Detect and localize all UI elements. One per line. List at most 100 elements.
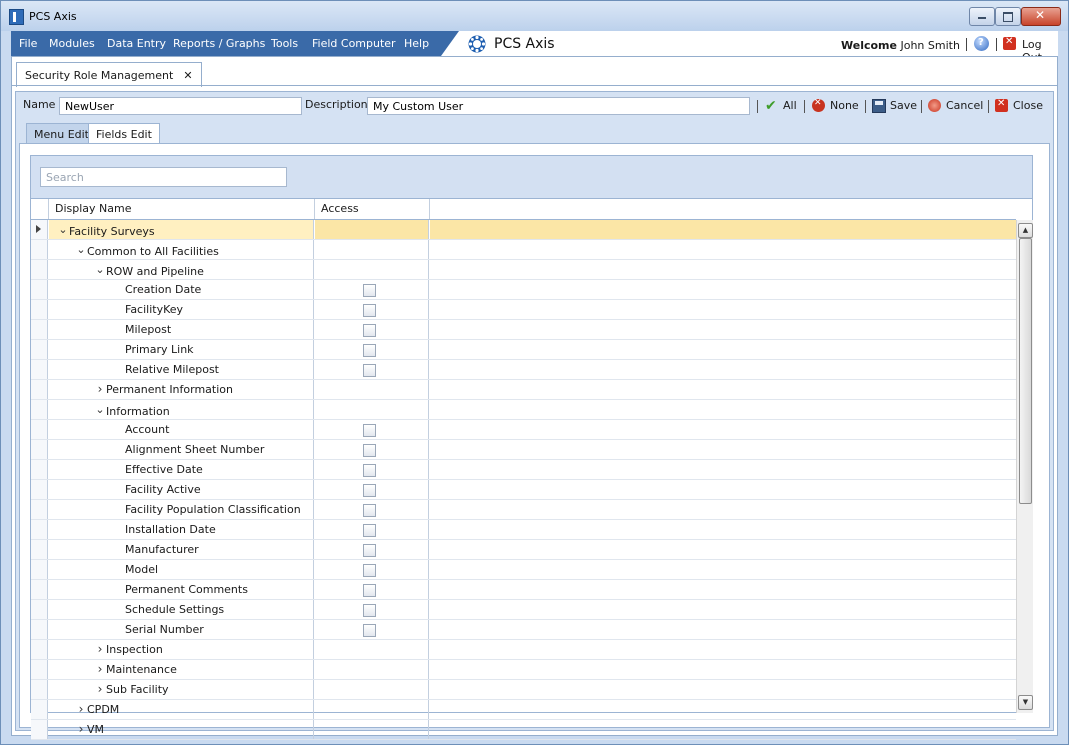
scroll-up-button[interactable]: ▲ xyxy=(1018,223,1033,238)
display-name-cell[interactable]: › CPDM xyxy=(49,700,314,719)
menu-field-computer[interactable]: Field Computer xyxy=(312,37,396,50)
display-name-cell[interactable]: Primary Link xyxy=(49,340,314,359)
display-name-cell[interactable]: Effective Date xyxy=(49,460,314,479)
chevron-down-icon[interactable]: ⌄ xyxy=(94,260,106,279)
table-row[interactable]: Facility Population Classification xyxy=(31,500,1016,520)
display-name-cell[interactable]: › Sub Facility xyxy=(49,680,314,699)
minimize-button[interactable] xyxy=(969,7,995,26)
chevron-right-icon[interactable]: › xyxy=(75,720,87,739)
table-row[interactable]: ⌄ROW and Pipeline xyxy=(31,260,1016,280)
name-input[interactable] xyxy=(59,97,302,115)
display-name-cell[interactable]: › Inspection xyxy=(49,640,314,659)
tab-security-role-management[interactable]: Security Role Management ✕ xyxy=(16,62,202,87)
table-row[interactable]: ⌄Information xyxy=(31,400,1016,420)
display-name-cell[interactable]: Facility Population Classification xyxy=(49,500,314,519)
table-row[interactable]: › Inspection xyxy=(31,640,1016,660)
chevron-down-icon[interactable]: ⌄ xyxy=(94,400,106,419)
title-bar[interactable]: PCS Axis xyxy=(1,1,1068,31)
access-checkbox[interactable] xyxy=(363,304,376,317)
table-row[interactable]: FacilityKey xyxy=(31,300,1016,320)
save-button[interactable]: Save xyxy=(890,99,917,112)
access-checkbox[interactable] xyxy=(363,624,376,637)
menu-reports-graphs[interactable]: Reports / Graphs xyxy=(173,37,265,50)
row-selector[interactable] xyxy=(31,640,48,659)
table-row[interactable]: Permanent Comments xyxy=(31,580,1016,600)
display-name-cell[interactable]: ⌄ROW and Pipeline xyxy=(49,260,314,279)
table-row[interactable]: Facility Active xyxy=(31,480,1016,500)
row-selector[interactable] xyxy=(31,500,48,519)
display-name-cell[interactable]: ⌄Facility Surveys xyxy=(49,220,314,239)
menu-modules[interactable]: Modules xyxy=(49,37,95,50)
table-row[interactable]: Alignment Sheet Number xyxy=(31,440,1016,460)
tab-close-icon[interactable]: ✕ xyxy=(183,69,192,82)
scroll-thumb[interactable] xyxy=(1019,238,1032,504)
row-selector[interactable] xyxy=(31,300,48,319)
table-row[interactable]: Account xyxy=(31,420,1016,440)
table-row[interactable]: Model xyxy=(31,560,1016,580)
access-checkbox[interactable] xyxy=(363,544,376,557)
access-checkbox[interactable] xyxy=(363,564,376,577)
menu-file[interactable]: File xyxy=(19,37,37,50)
access-checkbox[interactable] xyxy=(363,484,376,497)
table-row[interactable]: ⌄Facility Surveys xyxy=(31,220,1016,240)
menu-help[interactable]: Help xyxy=(404,37,429,50)
row-selector[interactable] xyxy=(31,680,48,699)
row-selector[interactable] xyxy=(31,700,48,719)
table-row[interactable]: Effective Date xyxy=(31,460,1016,480)
row-selector[interactable] xyxy=(31,520,48,539)
display-name-cell[interactable]: Manufacturer xyxy=(49,540,314,559)
row-selector[interactable] xyxy=(31,720,48,739)
table-row[interactable]: › VM xyxy=(31,720,1016,740)
chevron-right-icon[interactable]: › xyxy=(94,640,106,659)
table-row[interactable]: Manufacturer xyxy=(31,540,1016,560)
display-name-cell[interactable]: Facility Active xyxy=(49,480,314,499)
row-selector[interactable] xyxy=(31,400,48,419)
cancel-button[interactable]: Cancel xyxy=(946,99,983,112)
row-selector[interactable] xyxy=(31,600,48,619)
display-name-cell[interactable]: Creation Date xyxy=(49,280,314,299)
row-selector[interactable] xyxy=(31,360,48,379)
display-name-cell[interactable]: Alignment Sheet Number xyxy=(49,440,314,459)
table-row[interactable]: Creation Date xyxy=(31,280,1016,300)
row-selector[interactable] xyxy=(31,560,48,579)
row-selector[interactable] xyxy=(31,240,48,259)
row-selector[interactable] xyxy=(31,340,48,359)
display-name-cell[interactable]: Permanent Comments xyxy=(49,580,314,599)
close-window-button[interactable] xyxy=(1021,7,1061,26)
access-checkbox[interactable] xyxy=(363,464,376,477)
display-name-cell[interactable]: ⌄Common to All Facilities xyxy=(49,240,314,259)
table-row[interactable]: › Maintenance xyxy=(31,660,1016,680)
cancel-icon[interactable] xyxy=(928,99,941,112)
chevron-right-icon[interactable]: › xyxy=(94,680,106,699)
access-checkbox[interactable] xyxy=(363,344,376,357)
scroll-down-button[interactable]: ▼ xyxy=(1018,695,1033,710)
access-checkbox[interactable] xyxy=(363,424,376,437)
display-name-cell[interactable]: Account xyxy=(49,420,314,439)
row-selector[interactable] xyxy=(31,280,48,299)
table-row[interactable]: Relative Milepost xyxy=(31,360,1016,380)
access-checkbox[interactable] xyxy=(363,364,376,377)
row-selector[interactable] xyxy=(31,380,48,399)
all-button[interactable]: All xyxy=(783,99,797,112)
access-checkbox[interactable] xyxy=(363,284,376,297)
table-row[interactable]: › CPDM xyxy=(31,700,1016,720)
table-row[interactable]: Primary Link xyxy=(31,340,1016,360)
access-checkbox[interactable] xyxy=(363,444,376,457)
chevron-right-icon[interactable]: › xyxy=(94,660,106,679)
display-name-cell[interactable]: › VM xyxy=(49,720,314,739)
display-name-cell[interactable]: Relative Milepost xyxy=(49,360,314,379)
table-row[interactable]: › Sub Facility xyxy=(31,680,1016,700)
display-name-cell[interactable]: ⌄Information xyxy=(49,400,314,419)
access-checkbox[interactable] xyxy=(363,584,376,597)
help-icon[interactable] xyxy=(974,36,989,51)
vertical-scrollbar[interactable]: ▲ ▼ xyxy=(1016,220,1033,713)
chevron-right-icon[interactable]: › xyxy=(75,700,87,719)
access-checkbox[interactable] xyxy=(363,504,376,517)
logout-icon[interactable] xyxy=(1003,36,1016,50)
display-name-cell[interactable]: Schedule Settings xyxy=(49,600,314,619)
description-input[interactable] xyxy=(367,97,750,115)
tab-fields-edit[interactable]: Fields Edit xyxy=(88,123,160,144)
row-selector[interactable] xyxy=(31,660,48,679)
access-checkbox[interactable] xyxy=(363,604,376,617)
column-access[interactable]: Access xyxy=(315,199,430,219)
